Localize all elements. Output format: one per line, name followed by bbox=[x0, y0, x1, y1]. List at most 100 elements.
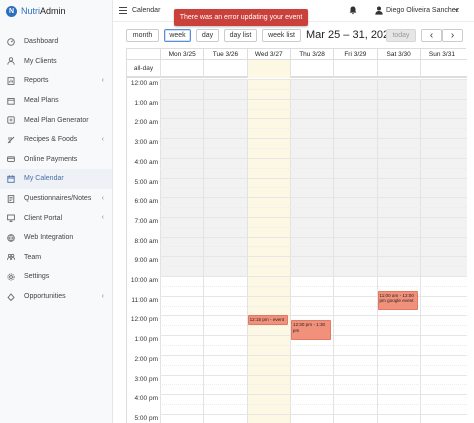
time-label: 9:00 am bbox=[134, 257, 159, 265]
all-day-cell[interactable] bbox=[246, 60, 290, 78]
half-hour-gridline bbox=[160, 305, 467, 307]
calendar-range-title: Mar 25 – 31, 2024 bbox=[306, 29, 396, 41]
half-hour-gridline bbox=[160, 266, 467, 268]
half-hour-gridline bbox=[160, 207, 467, 209]
day-column[interactable] bbox=[289, 79, 333, 423]
half-hour-gridline bbox=[160, 226, 467, 228]
half-hour-gridline bbox=[160, 285, 467, 287]
half-hour-gridline bbox=[160, 246, 467, 248]
sidebar-item-label: Web Integration bbox=[24, 234, 74, 242]
sidebar-item-meal-plan-generator[interactable]: Meal Plan Generator bbox=[0, 110, 112, 130]
dashboard-icon bbox=[7, 38, 15, 46]
generator-icon bbox=[7, 116, 15, 124]
time-label: 12:00 am bbox=[130, 80, 158, 87]
week-list-button[interactable]: week list bbox=[262, 29, 301, 42]
sidebar-item-label: Client Portal bbox=[24, 214, 63, 222]
time-label: 3:00 am bbox=[134, 139, 159, 147]
day-column[interactable] bbox=[246, 79, 290, 423]
day-column[interactable] bbox=[376, 79, 420, 423]
sidebar-item-opportunities[interactable]: Opportunities ‹ bbox=[0, 287, 112, 307]
sidebar-item-settings[interactable]: Settings bbox=[0, 267, 112, 287]
day-view-button[interactable]: day bbox=[196, 29, 219, 42]
payments-icon bbox=[7, 155, 15, 163]
time-label: 2:00 am bbox=[134, 119, 159, 127]
sidebar-item-my-clients[interactable]: My Clients bbox=[0, 52, 112, 72]
reports-icon bbox=[7, 77, 15, 85]
calendar-event[interactable]: 12:15 pm - event t bbox=[247, 315, 288, 326]
day-column[interactable] bbox=[333, 79, 376, 423]
half-hour-gridline bbox=[160, 364, 467, 366]
time-label: 3:00 pm bbox=[134, 375, 159, 383]
all-day-cell[interactable] bbox=[203, 60, 246, 78]
all-day-cell[interactable] bbox=[333, 60, 376, 78]
day-header[interactable]: Thu 3/28 bbox=[289, 49, 333, 60]
sidebar-item-team[interactable]: Team bbox=[0, 248, 112, 268]
time-label: 10:00 am bbox=[130, 277, 158, 284]
sidebar-item-reports[interactable]: Reports ‹ bbox=[0, 71, 112, 91]
day-column[interactable] bbox=[203, 79, 246, 423]
calendar-event[interactable]: 11:00 am - 12:00 pm google event bbox=[377, 290, 418, 311]
user-name[interactable]: Diego Oliveira Sanchez bbox=[386, 7, 459, 14]
sidebar-nav: Dashboard My Clients Reports ‹ Meal Plans Mea… bbox=[0, 32, 112, 306]
calendar-event[interactable]: 12:30 pm - 1:30 pm bbox=[290, 320, 332, 340]
hour-gridline bbox=[160, 118, 467, 120]
week-calendar-grid: Mon 3/25 Tue 3/26 Wed 3/27 Thu 3/28 Fri 3/29… bbox=[126, 48, 467, 423]
all-day-cell[interactable] bbox=[376, 60, 420, 78]
today-button[interactable]: today bbox=[386, 29, 416, 42]
day-list-button[interactable]: day list bbox=[224, 29, 257, 42]
day-header[interactable]: Wed 3/27 bbox=[246, 49, 290, 60]
day-column[interactable] bbox=[160, 79, 203, 423]
calendar-toolbar: month week day day list week list Mar 25… bbox=[126, 29, 468, 43]
portal-icon bbox=[7, 214, 15, 222]
day-header[interactable]: Sat 3/30 bbox=[376, 49, 420, 60]
time-label: 11:00 am bbox=[131, 296, 158, 304]
sidebar-item-label: Opportunities bbox=[24, 293, 66, 301]
brand-logo-icon: N bbox=[6, 5, 17, 17]
sidebar-item-my-calendar[interactable]: My Calendar bbox=[0, 169, 112, 189]
half-hour-gridline bbox=[160, 404, 467, 406]
sidebar-item-online-payments[interactable]: Online Payments bbox=[0, 150, 112, 170]
next-arrow-icon[interactable]: › bbox=[442, 29, 463, 42]
half-hour-gridline bbox=[160, 88, 467, 90]
prev-arrow-icon[interactable]: ‹ bbox=[421, 29, 442, 42]
sidebar-item-client-portal[interactable]: Client Portal ‹ bbox=[0, 208, 112, 228]
day-header[interactable]: Mon 3/25 bbox=[160, 49, 203, 60]
day-column[interactable] bbox=[419, 79, 463, 423]
day-header[interactable]: Fri 3/29 bbox=[333, 49, 376, 60]
bell-icon[interactable] bbox=[349, 6, 357, 17]
all-day-cell[interactable] bbox=[419, 60, 463, 78]
all-day-cell[interactable] bbox=[160, 60, 203, 78]
sidebar-item-recipes-foods[interactable]: Recipes & Foods ‹ bbox=[0, 130, 112, 150]
month-view-button[interactable]: month bbox=[126, 29, 159, 42]
hour-gridline bbox=[160, 236, 467, 238]
half-hour-gridline bbox=[160, 167, 467, 169]
globe-icon bbox=[7, 233, 15, 242]
hour-gridline bbox=[160, 197, 467, 199]
brand-name: NutriAdmin bbox=[21, 6, 66, 16]
hour-gridline bbox=[160, 79, 467, 80]
sidebar-item-meal-plans[interactable]: Meal Plans bbox=[0, 91, 112, 111]
sidebar-item-dashboard[interactable]: Dashboard bbox=[0, 32, 112, 52]
user-icon[interactable] bbox=[375, 6, 383, 17]
half-hour-gridline bbox=[160, 344, 467, 346]
hour-gridline bbox=[160, 138, 467, 140]
hamburger-menu-icon[interactable] bbox=[119, 7, 127, 14]
week-view-button[interactable]: week bbox=[164, 29, 191, 42]
sidebar-item-questionnaires-notes[interactable]: Questionnaires/Notes ‹ bbox=[0, 189, 112, 209]
sidebar-item-label: Reports bbox=[24, 77, 49, 85]
hour-gridline bbox=[160, 374, 467, 376]
sidebar-item-web-integration[interactable]: Web Integration bbox=[0, 228, 112, 248]
all-day-cell[interactable] bbox=[289, 60, 333, 78]
hour-gridline bbox=[160, 157, 467, 159]
time-label: 4:00 am bbox=[134, 158, 159, 166]
hour-gridline bbox=[160, 216, 467, 218]
day-header[interactable]: Tue 3/26 bbox=[203, 49, 246, 60]
meal-plans-icon bbox=[7, 97, 15, 105]
chevron-down-icon[interactable]: ▾ bbox=[455, 7, 458, 14]
time-grid-body: 12:00 am 1:00 am 2:00 am 3:00 am 4:00 am 5:00… bbox=[127, 79, 467, 423]
sidebar-item-label: Team bbox=[24, 253, 42, 261]
hour-gridline bbox=[160, 256, 467, 258]
day-header[interactable]: Sun 3/31 bbox=[419, 49, 463, 60]
hour-gridline bbox=[160, 98, 467, 100]
brand[interactable]: N NutriAdmin bbox=[0, 0, 112, 22]
